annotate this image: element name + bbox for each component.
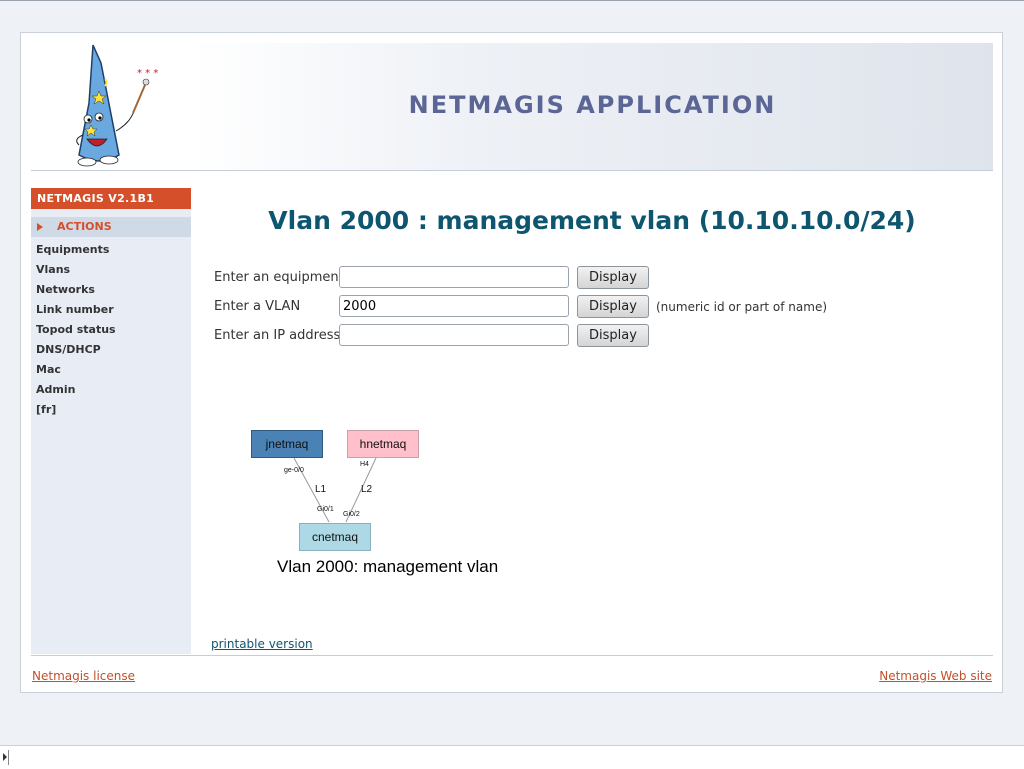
sidebar-link-link-number[interactable]: Link number [31, 303, 114, 316]
node-hnetmaq[interactable]: hnetmaq [347, 430, 419, 458]
sidebar-link-mac[interactable]: Mac [31, 363, 61, 376]
resize-grip [8, 750, 9, 765]
link-label-l1: L1 [315, 484, 327, 495]
vlan-label: Enter a VLAN [214, 299, 301, 314]
sidebar-link-topod-status[interactable]: Topod status [31, 323, 116, 336]
port-label-h4: H4 [360, 461, 369, 468]
sidebar-link-language[interactable]: [fr] [31, 403, 56, 416]
website-link[interactable]: Netmagis Web site [879, 669, 992, 683]
license-link[interactable]: Netmagis license [32, 669, 135, 683]
sidebar-item-vlans: Vlans [31, 258, 191, 278]
footer-divider [31, 655, 993, 656]
main-content: Vlan 2000 : management vlan (10.10.10.0/… [191, 188, 993, 654]
actions-label: ACTIONS [57, 220, 112, 233]
app-title: NETMAGIS APPLICATION [408, 91, 777, 119]
vlan-input[interactable] [339, 295, 569, 317]
vlan-display-button[interactable]: Display [577, 295, 649, 318]
sidebar-link-dns-dhcp[interactable]: DNS/DHCP [31, 343, 101, 356]
netmagis-logo: * * * [61, 43, 161, 171]
page-title: Vlan 2000 : management vlan (10.10.10.0/… [268, 206, 916, 235]
svg-text:* * *: * * * [137, 68, 158, 79]
port-label-gi0-2: Gi0/2 [343, 511, 360, 518]
ip-input[interactable] [339, 324, 569, 346]
sidebar-item-topod-status: Topod status [31, 318, 191, 338]
port-label-gi0-1: Gi0/1 [317, 506, 334, 513]
sidebar-item-dns-dhcp: DNS/DHCP [31, 338, 191, 358]
sidebar-link-vlans[interactable]: Vlans [31, 263, 70, 276]
equipment-label: Enter an equipment [214, 270, 344, 285]
vlan-topology-graph: ge-0/0 L1 Gi0/1 H4 L2 Gi0/2 jnetmaq hnet… [251, 420, 521, 590]
sidebar: NETMAGIS V2.1B1 ACTIONS Equipments Vlans… [31, 188, 191, 654]
sidebar-item-mac: Mac [31, 358, 191, 378]
triangle-right-icon [37, 223, 43, 231]
equipment-display-button[interactable]: Display [577, 266, 649, 289]
ip-label: Enter an IP address [214, 328, 341, 343]
actions-section-header: ACTIONS [31, 217, 191, 237]
page-container: * * * NETMAGIS APPLICATION NETMAGIS V2.1… [20, 32, 1003, 693]
vlan-hint: (numeric id or part of name) [656, 300, 828, 314]
version-label: NETMAGIS V2.1B1 [31, 188, 191, 209]
equipment-input[interactable] [339, 266, 569, 288]
sidebar-menu: Equipments Vlans Networks Link number To… [31, 238, 191, 418]
node-cnetmaq[interactable]: cnetmaq [299, 523, 371, 551]
printable-version-link[interactable]: printable version [211, 637, 313, 651]
app-banner: NETMAGIS APPLICATION [192, 43, 993, 170]
sidebar-item-equipments: Equipments [31, 238, 191, 258]
sidebar-item-language: [fr] [31, 398, 191, 418]
sidebar-link-equipments[interactable]: Equipments [31, 243, 109, 256]
node-jnetmaq[interactable]: jnetmaq [251, 430, 323, 458]
sidebar-item-networks: Networks [31, 278, 191, 298]
graph-caption: Vlan 2000: management vlan [277, 557, 499, 576]
link-label-l2: L2 [361, 484, 373, 495]
sidebar-item-admin: Admin [31, 378, 191, 398]
header-divider [31, 170, 993, 171]
port-label-ge-0-0: ge-0/0 [284, 467, 304, 474]
sidebar-link-networks[interactable]: Networks [31, 283, 95, 296]
expand-arrow-icon[interactable] [3, 753, 7, 761]
browser-status-bar [0, 745, 1024, 769]
sidebar-item-link-number: Link number [31, 298, 191, 318]
window-top-border [0, 0, 1024, 1]
ip-display-button[interactable]: Display [577, 324, 649, 347]
sidebar-link-admin[interactable]: Admin [31, 383, 75, 396]
